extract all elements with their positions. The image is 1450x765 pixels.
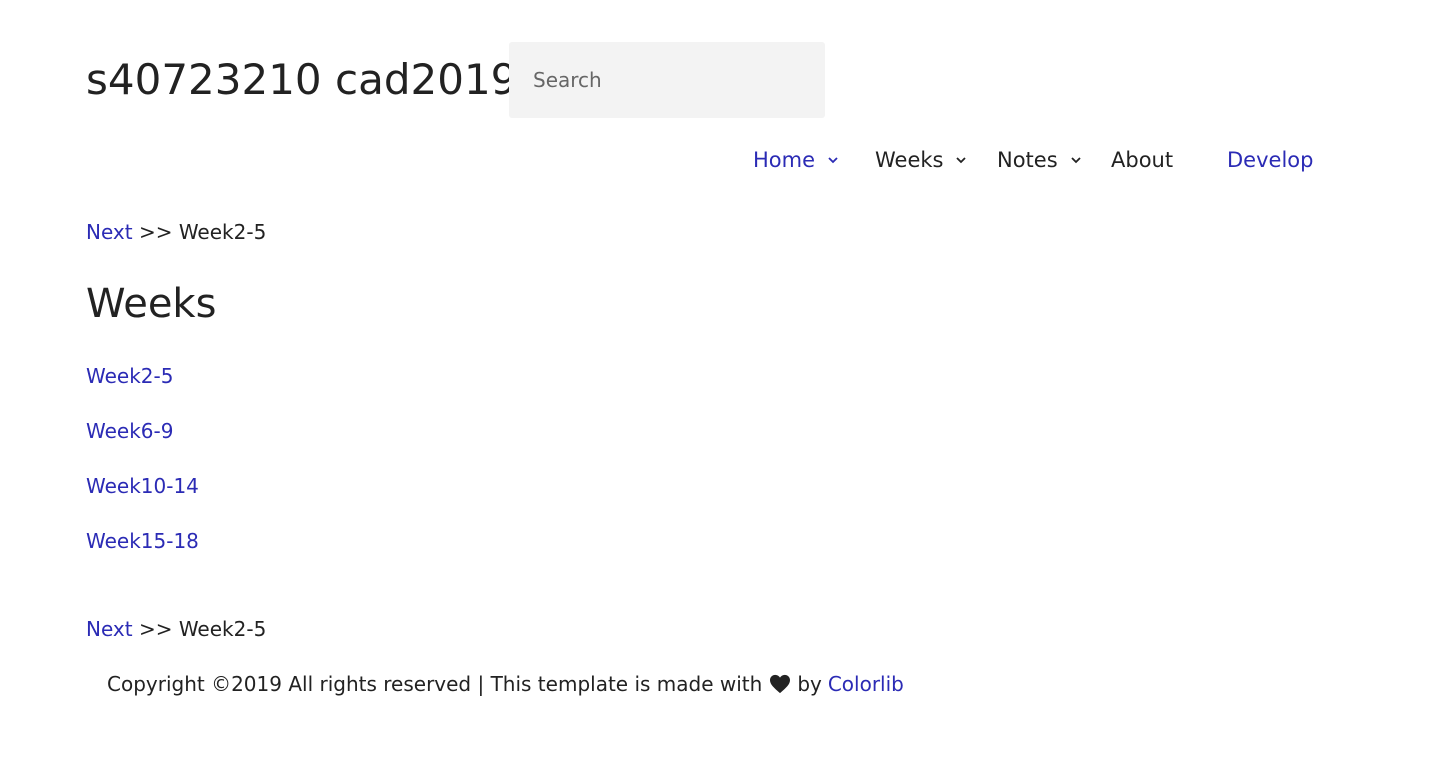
nav-item-home[interactable]: Home — [753, 144, 840, 176]
page: s40723210 cad2019 Home Weeks Notes About… — [0, 0, 1450, 765]
breadcrumb-current: Week2-5 — [178, 220, 267, 244]
breadcrumb-separator: >> — [138, 617, 173, 641]
week-link[interactable]: Week15-18 — [86, 527, 199, 555]
breadcrumb-separator: >> — [138, 220, 173, 244]
chevron-down-icon — [956, 157, 967, 164]
colorlib-link[interactable]: Colorlib — [828, 670, 904, 698]
nav-item-develop[interactable]: Develop — [1227, 144, 1313, 176]
week-link[interactable]: Week6-9 — [86, 417, 173, 445]
breadcrumb-top: Next >> Week2-5 — [86, 218, 266, 246]
site-title[interactable]: s40723210 cad2019 — [86, 52, 517, 108]
nav-item-label: About — [1111, 148, 1174, 172]
nav-item-label: Notes — [997, 148, 1058, 172]
nav-item-label: Develop — [1227, 148, 1314, 172]
breadcrumb-next-link[interactable]: Next — [86, 220, 133, 244]
nav-item-label: Home — [753, 148, 816, 172]
nav-item-about[interactable]: About — [1111, 144, 1173, 176]
footer-by: by — [797, 672, 822, 696]
footer: Copyright ©2019 All rights reserved | Th… — [107, 670, 904, 698]
week-link[interactable]: Week10-14 — [86, 472, 199, 500]
footer-copyright: Copyright ©2019 All rights reserved | Th… — [107, 672, 763, 696]
nav-item-notes[interactable]: Notes — [997, 144, 1083, 176]
chevron-down-icon — [1071, 157, 1081, 164]
week-link[interactable]: Week2-5 — [86, 362, 173, 390]
page-title: Weeks — [86, 281, 217, 327]
breadcrumb-current: Week2-5 — [178, 617, 267, 641]
nav-item-weeks[interactable]: Weeks — [875, 144, 968, 176]
nav-item-label: Weeks — [875, 148, 944, 172]
breadcrumb-next-link[interactable]: Next — [86, 617, 133, 641]
heart-icon — [770, 674, 791, 694]
chevron-down-icon — [828, 157, 838, 164]
breadcrumb-bottom: Next >> Week2-5 — [86, 615, 266, 643]
search-input[interactable] — [509, 42, 825, 118]
